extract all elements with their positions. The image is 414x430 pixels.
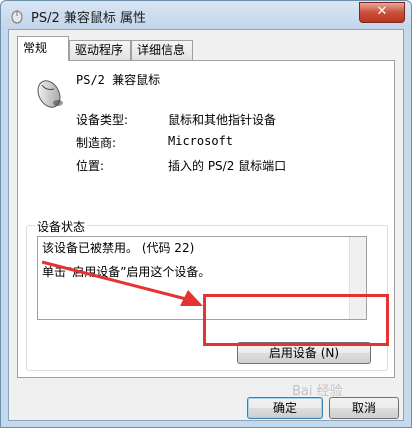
location-label: 位置: [76,159,105,173]
device-name: PS/2 兼容鼠标 [76,73,161,87]
enable-device-button[interactable]: 启用设备 (N) [237,342,371,364]
device-status-legend: 设备状态 [35,218,88,235]
ok-button[interactable]: 确定 [247,397,323,419]
mouse-title-icon [11,10,23,24]
status-message: 该设备已被禁用。 (代码 22) [42,241,195,255]
title-bar[interactable]: PS/2 兼容鼠标 属性 ✕ [1,1,411,29]
manufacturer-value: Microsoft [168,134,234,148]
general-panel: PS/2 兼容鼠标 设备类型: 鼠标和其他指针设备 制造商: Microsoft… [17,60,395,378]
status-scrollbar[interactable] [349,237,366,319]
status-textbox[interactable]: 该设备已被禁用。 (代码 22) 单击“启用设备”启用这个设备。 [37,236,367,320]
properties-window: PS/2 兼容鼠标 属性 ✕ 常规 驱动程序 详细信息 PS/2 兼容鼠标 设备… [0,0,412,428]
status-hint: 单击“启用设备”启用这个设备。 [42,265,211,279]
window-title: PS/2 兼容鼠标 属性 [31,11,147,26]
device-type-value: 鼠标和其他指针设备 [168,113,277,127]
mouse-icon [37,80,63,108]
device-type-label: 设备类型: [76,113,129,127]
tab-details[interactable]: 详细信息 [131,40,193,60]
cancel-button[interactable]: 取消 [329,397,399,419]
dialog-client: 常规 驱动程序 详细信息 PS/2 兼容鼠标 设备类型: 鼠标和其他指针设备 制… [8,29,404,421]
close-button[interactable]: ✕ [359,2,405,23]
tab-driver[interactable]: 驱动程序 [69,40,131,60]
location-value: 插入的 PS/2 鼠标端口 [168,159,287,173]
device-status-group: 设备状态 该设备已被禁用。 (代码 22) 单击“启用设备”启用这个设备。 启用… [26,218,388,371]
manufacturer-label: 制造商: [76,136,117,150]
tab-general[interactable]: 常规 [17,36,69,61]
watermark: Bai 经验 [292,384,343,399]
